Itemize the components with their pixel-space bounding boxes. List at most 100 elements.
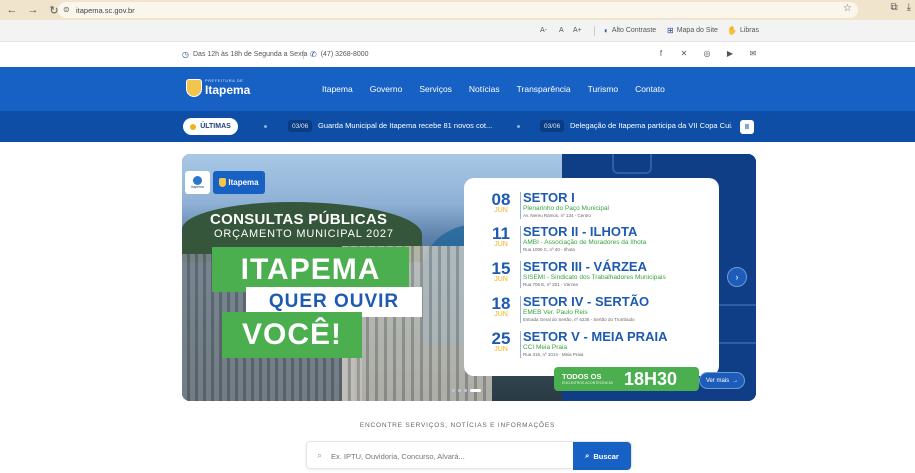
carousel-dot[interactable] — [464, 389, 467, 392]
schedule-place: SISEMI - Sindicato dos Trabalhadores Mun… — [523, 274, 666, 281]
see-more-label: Ver mais — [705, 377, 730, 384]
extensions-icon[interactable]: ⧉ — [890, 2, 897, 13]
schedule-address: Estrada Geral do Sertão, nº 6236 - Sertã… — [523, 317, 635, 322]
font-decrease-button[interactable]: A- — [540, 27, 547, 34]
back-icon[interactable]: ← — [3, 1, 21, 19]
site-map-label: Mapa do Site — [676, 27, 718, 34]
email-icon[interactable]: ✉ — [748, 48, 758, 58]
ticker-bullet — [517, 125, 520, 128]
high-contrast-button[interactable]: ◐ Alto Contraste — [604, 26, 656, 35]
ticker-date: 03/06 — [288, 120, 313, 132]
carousel-dot[interactable] — [452, 389, 455, 392]
schedule-card: 08 JUN SETOR I Plenarinho do Paço Munici… — [464, 178, 719, 376]
font-increase-button[interactable]: A+ — [573, 27, 582, 34]
schedule-place: Plenarinho do Paço Municipal — [523, 205, 609, 212]
hours-text: Das 12h às 18h de Segunda a Sexta — [192, 51, 308, 58]
star-icon[interactable]: ☆ — [843, 3, 852, 14]
menu-item-servicos[interactable]: Serviços — [419, 84, 452, 94]
ticker-headline[interactable]: Guarda Municipal de Itapema recebe 81 no… — [318, 121, 492, 130]
banner-logo-seal: Itapema — [185, 171, 210, 194]
banner-consultas: CONSULTAS PÚBLICAS — [210, 211, 388, 228]
hero-carousel[interactable]: Itapema Itapema CONSULTAS PÚBLICAS ORÇAM… — [182, 154, 756, 401]
chevron-right-icon[interactable]: › — [727, 267, 747, 287]
schedule-sector: SETOR III - VÁRZEA — [523, 259, 647, 274]
site-map-link[interactable]: ⊞ Mapa do Site — [667, 26, 718, 35]
carousel-dots — [452, 389, 481, 392]
schedule-month: JUN — [494, 207, 508, 214]
ticker-date: 03/06 — [540, 120, 565, 132]
emblem-icon — [219, 178, 227, 187]
carousel-dot[interactable] — [458, 389, 461, 392]
phone-icon: ✆ — [310, 50, 317, 59]
pause-icon[interactable]: II — [740, 120, 754, 134]
schedule-month: JUN — [494, 276, 508, 283]
ticker-bullet — [264, 125, 267, 128]
schedule-address: Av. Nereu Ramos, nº 134 - Centro — [523, 213, 592, 218]
logo-name: Itapema — [205, 83, 251, 97]
libras-icon: ✋ — [727, 26, 737, 35]
seal-caption: Itapema — [191, 185, 204, 189]
carousel-dot-active[interactable] — [470, 389, 481, 392]
menu-item-contato[interactable]: Contato — [635, 84, 665, 94]
divider — [520, 226, 521, 253]
high-contrast-label: Alto Contraste — [611, 27, 657, 34]
divider — [520, 192, 521, 219]
font-reset-button[interactable]: A — [559, 27, 564, 34]
divider — [594, 26, 595, 36]
youtube-icon[interactable]: ▶ — [725, 48, 735, 58]
seal-icon — [193, 176, 202, 185]
latest-label: ÚLTIMAS — [200, 123, 231, 130]
schedule-month: JUN — [494, 241, 508, 248]
schedule-sector: SETOR II - ILHOTA — [523, 224, 638, 239]
menu-item-governo[interactable]: Governo — [370, 84, 403, 94]
download-icon[interactable]: ⤓ — [907, 2, 911, 13]
contrast-icon: ◐ — [604, 26, 609, 35]
schedule-month: JUN — [494, 346, 508, 353]
meeting-time-box: TODOS OS ENCONTROS ACONTECEM ÀS 18H30 — [554, 367, 699, 391]
site-info-icon[interactable]: ⊜ — [63, 5, 70, 14]
see-more-button[interactable]: Ver mais → — [699, 372, 745, 389]
main-menu: Itapema Governo Serviços Notícias Transp… — [322, 84, 682, 94]
search-icon: ⌕ — [585, 451, 590, 460]
libras-button[interactable]: ✋ Libras — [727, 26, 759, 35]
site-logo[interactable]: PREFEITURA DE Itapema — [186, 78, 250, 97]
info-bar: ◷ Das 12h às 18h de Segunda a Sexta ✆ (4… — [0, 42, 915, 67]
todos-subtitle: ENCONTROS ACONTECEM ÀS — [562, 381, 614, 385]
search-input[interactable] — [313, 446, 563, 466]
phone-text: (47) 3268-8000 — [320, 51, 369, 58]
forward-icon[interactable]: → — [24, 1, 42, 19]
latest-badge: ÚLTIMAS — [183, 118, 238, 135]
address-bar[interactable]: ⊜ itapema.sc.gov.br ☆ — [58, 2, 858, 18]
instagram-icon[interactable]: ◎ — [702, 48, 712, 58]
deco-shape — [612, 154, 652, 174]
ticker-headline[interactable]: Delegação de Itapema participa da VII Co… — [570, 121, 732, 130]
banner-logo-itapema: Itapema — [213, 171, 265, 194]
schedule-place: CCI Meia Praia — [523, 344, 568, 351]
facebook-icon[interactable]: f — [656, 48, 666, 58]
phone-link[interactable]: ✆ (47) 3268-8000 — [310, 50, 369, 59]
banner-headline-1: ITAPEMA — [212, 247, 409, 292]
meeting-time: 18H30 — [624, 369, 678, 389]
search-button[interactable]: ⌕ Buscar — [573, 442, 631, 470]
menu-item-transparencia[interactable]: Transparência — [517, 84, 571, 94]
search-button-label: Buscar — [593, 451, 619, 461]
clock-icon: ◷ — [182, 50, 189, 59]
schedule-sector: SETOR V - MEIA PRAIA — [523, 329, 668, 344]
schedule-address: Rua 706 E, nº 201 - Várzea — [523, 282, 578, 287]
banner-logo-name: Itapema — [228, 178, 259, 187]
news-ticker: ÚLTIMAS 03/06 Guarda Municipal de Itapem… — [0, 111, 915, 142]
sitemap-icon: ⊞ — [667, 26, 674, 35]
divider — [303, 50, 304, 59]
menu-item-turismo[interactable]: Turismo — [588, 84, 618, 94]
divider — [520, 331, 521, 358]
social-links: f ✕ ◎ ▶ ✉ — [656, 48, 758, 58]
search-box: ⌕ ⌕ Buscar — [306, 441, 632, 470]
libras-label: Libras — [739, 27, 760, 34]
menu-item-noticias[interactable]: Notícias — [469, 84, 500, 94]
schedule-sector: SETOR IV - SERTÃO — [523, 294, 650, 309]
browser-toolbar: ← → ↻ ⊜ itapema.sc.gov.br ☆ ⧉ ⤓ — [0, 0, 915, 20]
schedule-month: JUN — [494, 311, 508, 318]
menu-item-itapema[interactable]: Itapema — [322, 84, 353, 94]
schedule-address: Rua 316, nº 1014 - Meia Praia — [523, 352, 584, 357]
x-icon[interactable]: ✕ — [679, 48, 689, 58]
